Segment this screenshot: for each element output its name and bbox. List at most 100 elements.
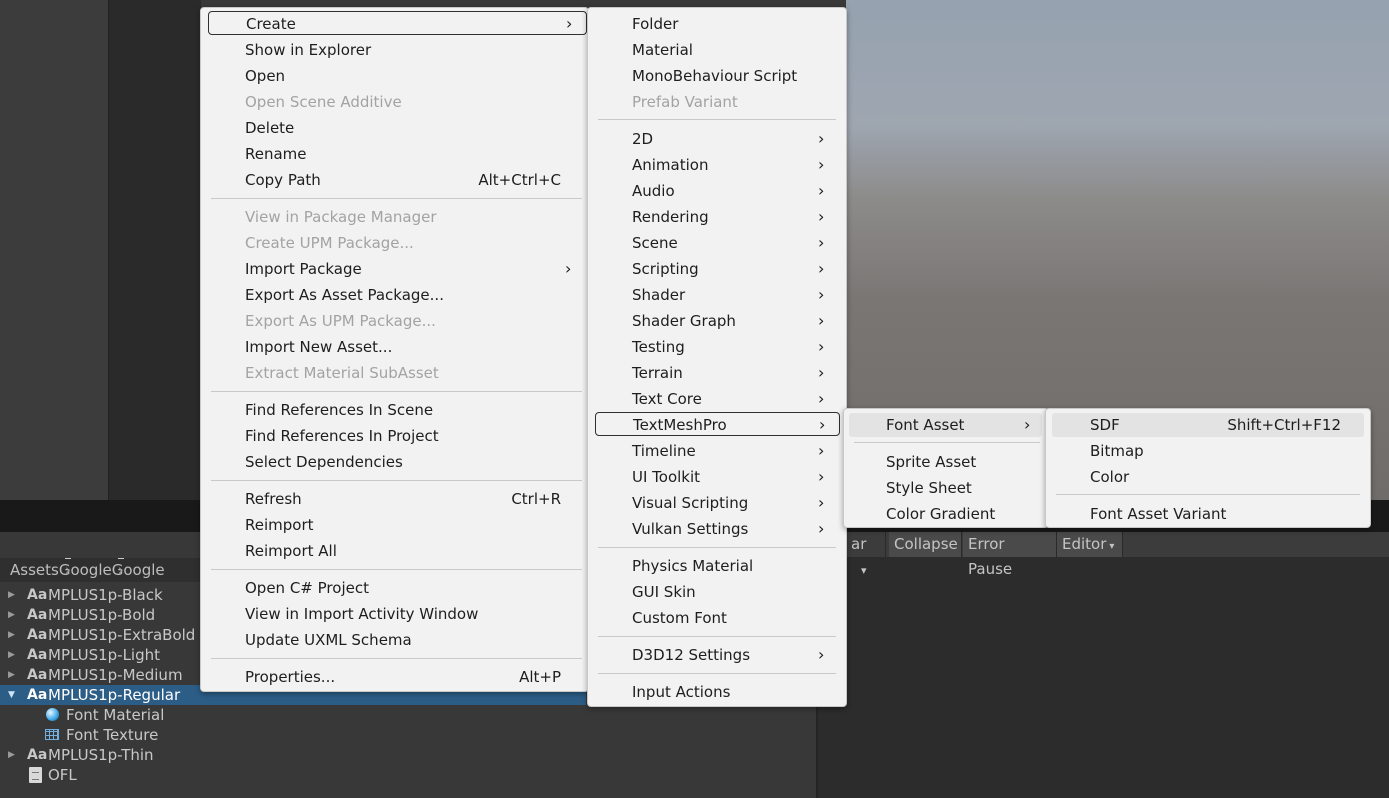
menu-item-color-gradient[interactable]: Color Gradient	[886, 502, 995, 526]
menu-item-textmeshpro[interactable]: TextMeshPro ›	[595, 412, 840, 436]
chevron-right-icon: ›	[818, 645, 825, 664]
error-pause-toggle[interactable]: Error Pause	[963, 532, 1057, 578]
menu-item-gui-skin[interactable]: GUI Skin	[632, 580, 696, 604]
hierarchy-panel	[0, 0, 108, 500]
font-asset-icon: Aa	[27, 607, 48, 623]
menu-item-shader[interactable]: Shader ›	[632, 283, 832, 307]
fold-arrow-icon[interactable]: ▶	[8, 625, 15, 645]
menu-separator	[211, 569, 582, 570]
menu-item-open[interactable]: Open	[245, 64, 285, 88]
menu-item-show-in-explorer[interactable]: Show in Explorer	[245, 38, 371, 62]
menu-item-sprite-asset[interactable]: Sprite Asset	[886, 450, 976, 474]
console-log-area[interactable]	[818, 557, 1389, 798]
menu-item-label: Copy Path	[245, 171, 321, 189]
menu-item-delete[interactable]: Delete	[245, 116, 294, 140]
chevron-right-icon: ›	[818, 155, 825, 174]
menu-item-view-in-import-activity-window[interactable]: View in Import Activity Window	[245, 602, 478, 626]
text-file-icon	[29, 767, 42, 783]
dropdown-arrow-icon: ▾	[1109, 541, 1115, 552]
tree-item-ofl[interactable]: OFL	[0, 765, 586, 785]
menu-item-testing[interactable]: Testing ›	[632, 335, 832, 359]
menu-item-custom-font[interactable]: Custom Font	[632, 606, 727, 630]
fold-arrow-icon[interactable]: ▶	[8, 645, 15, 665]
menu-item-copy-path[interactable]: Copy Path Alt+Ctrl+C	[245, 168, 561, 192]
menu-item-sdf[interactable]: SDF Shift+Ctrl+F12	[1052, 413, 1364, 437]
menu-item-shader-graph[interactable]: Shader Graph ›	[632, 309, 832, 333]
menu-item-refresh[interactable]: Refresh Ctrl+R	[245, 487, 561, 511]
editor-dropdown[interactable]: Editor ▾	[1057, 532, 1123, 557]
menu-separator	[854, 442, 1040, 443]
menu-item-folder[interactable]: Folder	[632, 12, 678, 36]
tree-item-mplus1p-thin[interactable]: ▶ Aa MPLUS1p-Thin	[0, 745, 586, 765]
tree-item-font-material[interactable]: Font Material	[0, 705, 586, 725]
dropdown-arrow-icon[interactable]: ▾	[861, 558, 867, 583]
menu-item-export-as-asset-package[interactable]: Export As Asset Package...	[245, 283, 444, 307]
font-asset-icon: Aa	[27, 667, 48, 683]
menu-item-input-actions[interactable]: Input Actions	[632, 680, 730, 704]
font-asset-icon: Aa	[27, 627, 48, 643]
menu-item-label: Create	[246, 15, 296, 33]
font-asset-icon: Aa	[27, 687, 48, 703]
menu-item-reimport-all[interactable]: Reimport All	[245, 539, 337, 563]
chevron-right-icon: ›	[1024, 415, 1031, 434]
tree-item-label: MPLUS1p-Regular	[48, 686, 181, 704]
menu-item-rendering[interactable]: Rendering ›	[632, 205, 832, 229]
menu-item-animation[interactable]: Animation ›	[632, 153, 832, 177]
fold-arrow-icon[interactable]: ▶	[8, 605, 15, 625]
menu-item-terrain[interactable]: Terrain ›	[632, 361, 832, 385]
menu-item-style-sheet[interactable]: Style Sheet	[886, 476, 972, 500]
tree-item-label: MPLUS1p-Bold	[48, 606, 156, 624]
menu-item-color[interactable]: Color	[1090, 465, 1129, 489]
menu-item-scene[interactable]: Scene ›	[632, 231, 832, 255]
menu-item-find-references-in-scene[interactable]: Find References In Scene	[245, 398, 433, 422]
shortcut-label: Alt+P	[519, 668, 561, 686]
menu-item-label: 2D	[632, 130, 654, 148]
menu-item-visual-scripting[interactable]: Visual Scripting ›	[632, 491, 832, 515]
collapse-toggle[interactable]: Collapse	[889, 532, 962, 557]
menu-item-import-package[interactable]: Import Package ›	[245, 257, 579, 281]
menu-item-label: Text Core	[632, 390, 702, 408]
menu-item-reimport[interactable]: Reimport	[245, 513, 314, 537]
fold-arrow-icon[interactable]: ▶	[8, 665, 15, 685]
menu-item-select-dependencies[interactable]: Select Dependencies	[245, 450, 403, 474]
menu-item-update-uxml-schema[interactable]: Update UXML Schema	[245, 628, 412, 652]
menu-item-d3d12-settings[interactable]: D3D12 Settings ›	[632, 643, 832, 667]
menu-item-import-new-asset[interactable]: Import New Asset...	[245, 335, 392, 359]
menu-separator	[211, 658, 582, 659]
menu-item-scripting[interactable]: Scripting ›	[632, 257, 832, 281]
menu-item-physics-material[interactable]: Physics Material	[632, 554, 753, 578]
menu-item-bitmap[interactable]: Bitmap	[1090, 439, 1144, 463]
breadcrumb-assets[interactable]: Assets	[10, 561, 59, 579]
menu-item-open-csharp-project[interactable]: Open C# Project	[245, 576, 369, 600]
chevron-right-icon: ›	[818, 493, 825, 512]
chevron-right-icon: ›	[565, 259, 572, 278]
menu-item-material[interactable]: Material	[632, 38, 693, 62]
menu-item-label: Visual Scripting	[632, 494, 749, 512]
menu-separator	[211, 391, 582, 392]
menu-item-find-references-in-project[interactable]: Find References In Project	[245, 424, 439, 448]
menu-item-ui-toolkit[interactable]: UI Toolkit ›	[632, 465, 832, 489]
menu-item-monobehaviour-script[interactable]: MonoBehaviour Script	[632, 64, 797, 88]
menu-item-text-core[interactable]: Text Core ›	[632, 387, 832, 411]
menu-item-open-scene-additive: Open Scene Additive	[245, 93, 402, 111]
fold-arrow-icon[interactable]: ▶	[8, 585, 15, 605]
menu-item-2d[interactable]: 2D ›	[632, 127, 832, 151]
menu-item-font-asset-variant[interactable]: Font Asset Variant	[1090, 502, 1226, 526]
menu-item-label: Properties...	[245, 668, 336, 686]
menu-item-audio[interactable]: Audio ›	[632, 179, 832, 203]
menu-item-font-asset[interactable]: Font Asset ›	[849, 413, 1042, 437]
fold-arrow-icon[interactable]: ▶	[8, 745, 15, 765]
clear-button[interactable]: ar▾	[846, 532, 886, 577]
chevron-right-icon: ›	[818, 311, 825, 330]
menu-item-timeline[interactable]: Timeline ›	[632, 439, 832, 463]
menu-separator	[211, 198, 582, 199]
tree-item-font-texture[interactable]: Font Texture	[0, 725, 586, 745]
chevron-right-icon: ›	[818, 207, 825, 226]
menu-item-properties[interactable]: Properties... Alt+P	[245, 665, 561, 689]
menu-item-label: Terrain	[632, 364, 683, 382]
tree-item-label: OFL	[48, 766, 77, 784]
menu-item-create[interactable]: Create ›	[208, 11, 587, 35]
menu-item-rename[interactable]: Rename	[245, 142, 307, 166]
fold-arrow-icon[interactable]: ▼	[8, 685, 15, 705]
menu-item-vulkan-settings[interactable]: Vulkan Settings ›	[632, 517, 832, 541]
